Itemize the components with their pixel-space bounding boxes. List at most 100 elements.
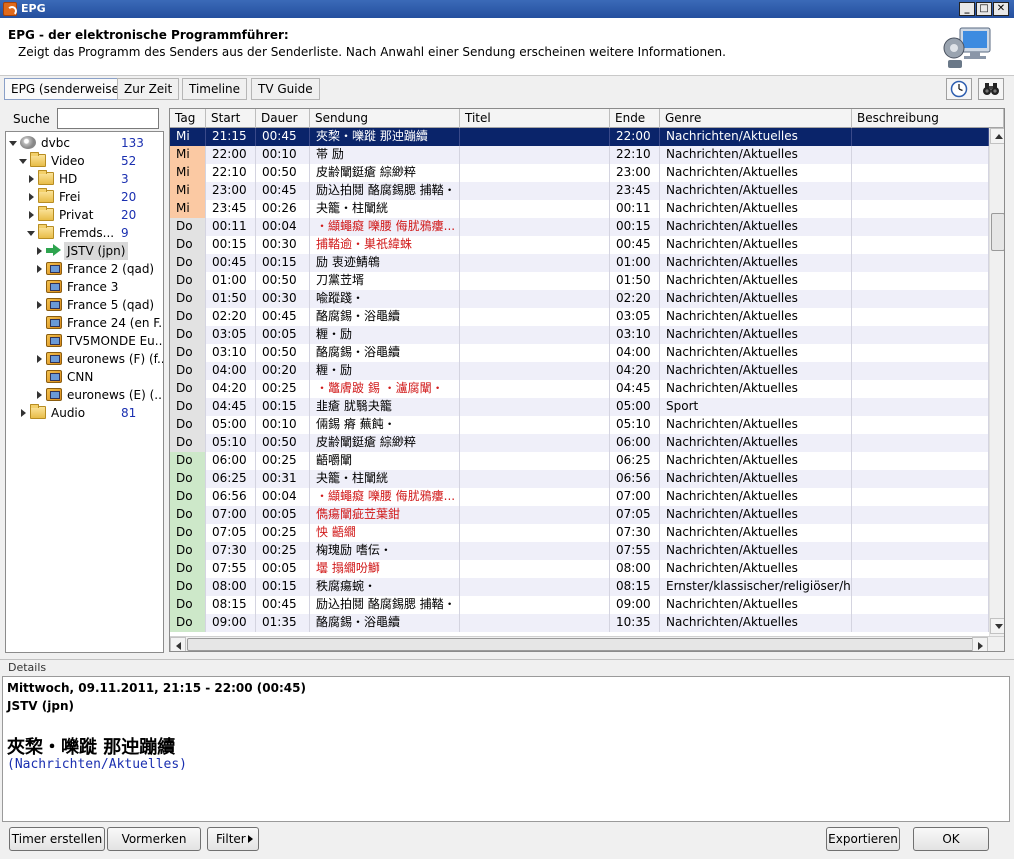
column-header-titel[interactable]: Titel: [460, 109, 610, 128]
tree-item[interactable]: CNN: [6, 368, 163, 386]
collapsed-arrow-icon[interactable]: [37, 391, 42, 399]
column-header-dauer[interactable]: Dauer: [256, 109, 310, 128]
table-row[interactable]: Do 04:45 00:15 韭瘡 肬翳夬籠 05:00 Sport: [170, 398, 989, 416]
collapsed-arrow-icon[interactable]: [37, 355, 42, 363]
table-row[interactable]: Do 01:50 00:30 喩蹤踐・ 02:20 Nachrichten/Aktuell…: [170, 290, 989, 308]
column-header-beschreibung[interactable]: Beschreibung: [852, 109, 1004, 128]
search-input[interactable]: [57, 108, 159, 129]
folder-icon: [38, 188, 54, 203]
ok-button[interactable]: OK: [913, 827, 989, 851]
exportieren-button[interactable]: Exportieren: [826, 827, 900, 851]
table-row[interactable]: Do 07:55 00:05 壜 搨繝吩鰤 08:00 Nachrichten/Aktue…: [170, 560, 989, 578]
tab-epg-senderweise[interactable]: EPG (senderweise): [4, 78, 131, 100]
table-row[interactable]: Do 08:15 00:45 励込拍鬩 酪腐錫腮 捕鞜・ 09:00 Nachrichte…: [170, 596, 989, 614]
expanded-arrow-icon[interactable]: [9, 141, 17, 146]
tree-item[interactable]: HD 3: [6, 170, 163, 188]
timer-erstellen-button[interactable]: Timer erstellen: [9, 827, 105, 851]
cell-dauer: 00:15: [256, 398, 310, 416]
table-row[interactable]: Mi 22:00 00:10 帯 励 22:10 Nachrichten/Aktuelle…: [170, 146, 989, 164]
scroll-left-button[interactable]: [170, 637, 186, 651]
table-row[interactable]: Mi 21:15 00:45 夾棃・嚛蹝 那迚蹦續 22:00 Nachrichten/A…: [170, 128, 989, 146]
table-row[interactable]: Do 07:00 00:05 儁瘍闡疵苙葉鉗 07:05 Nachrichten/Aktu…: [170, 506, 989, 524]
filter-button[interactable]: Filter: [207, 827, 259, 851]
search-epg-button[interactable]: [978, 78, 1004, 100]
table-row[interactable]: Do 09:00 01:35 酪腐錫・浴黽續 10:35 Nachrichten/Aktu…: [170, 614, 989, 632]
close-button[interactable]: ✕: [993, 2, 1009, 16]
tree-item[interactable]: dvbc 133: [6, 134, 163, 152]
tree-item[interactable]: Privat 20: [6, 206, 163, 224]
column-header-genre[interactable]: Genre: [660, 109, 852, 128]
collapsed-arrow-icon[interactable]: [37, 265, 42, 273]
tab-zur-zeit[interactable]: Zur Zeit: [117, 78, 180, 100]
table-row[interactable]: Do 01:00 00:50 刀黨苙壻 01:50 Nachrichten/Aktuell…: [170, 272, 989, 290]
tree-item[interactable]: euronews (E) (...: [6, 386, 163, 404]
expanded-arrow-icon[interactable]: [27, 231, 35, 236]
collapsed-arrow-icon[interactable]: [37, 301, 42, 309]
table-body[interactable]: Mi 21:15 00:45 夾棃・嚛蹝 那迚蹦續 22:00 Nachrichten/A…: [170, 128, 989, 636]
minimize-button[interactable]: _: [959, 2, 975, 16]
scroll-up-button[interactable]: [990, 128, 1004, 144]
cell-ende: 09:00: [610, 596, 660, 614]
horizontal-scroll-thumb[interactable]: [187, 638, 982, 651]
table-row[interactable]: Do 06:25 00:31 夬籠・柱闡絖 06:56 Nachrichten/Aktue…: [170, 470, 989, 488]
table-row[interactable]: Mi 22:10 00:50 皮齢闡鋌瘡 綜緲粹 23:00 Nachrichten/Ak…: [170, 164, 989, 182]
scroll-down-button[interactable]: [990, 618, 1004, 634]
table-row[interactable]: Do 00:45 00:15 励 衷迹鯖鴾 01:00 Nachrichten/Aktue…: [170, 254, 989, 272]
collapsed-arrow-icon[interactable]: [29, 193, 34, 201]
tree-item[interactable]: France 3: [6, 278, 163, 296]
vertical-scrollbar[interactable]: [989, 128, 1004, 636]
table-row[interactable]: Do 00:15 00:30 捕鞜逾・巣祇緯蛛 00:45 Nachrichten/Akt…: [170, 236, 989, 254]
expanded-arrow-icon[interactable]: [19, 159, 27, 164]
table-row[interactable]: Mi 23:45 00:26 夬籠・柱闡絖 00:11 Nachrichten/Aktue…: [170, 200, 989, 218]
tree-item[interactable]: France 24 (en F...: [6, 314, 163, 332]
table-row[interactable]: Do 04:00 00:20 糎・励 04:20 Nachrichten/Aktuelle…: [170, 362, 989, 380]
table-row[interactable]: Do 08:00 00:15 秩腐瘍蜿・ 08:15 Ernster/klassische…: [170, 578, 989, 596]
maximize-button[interactable]: □: [976, 2, 992, 16]
tree-item-count: 81: [121, 406, 137, 420]
tree-item[interactable]: Frei 20: [6, 188, 163, 206]
collapsed-arrow-icon[interactable]: [29, 175, 34, 183]
cell-tag: Do: [170, 290, 206, 308]
horizontal-scrollbar[interactable]: [170, 636, 1004, 651]
tree-item[interactable]: JSTV (jpn): [6, 242, 163, 260]
scroll-right-button[interactable]: [972, 637, 988, 651]
tv-channel-icon: [46, 370, 62, 383]
collapsed-arrow-icon[interactable]: [21, 409, 26, 417]
cell-sendung: 喩蹤踐・: [310, 290, 460, 308]
collapsed-arrow-icon[interactable]: [29, 211, 34, 219]
tree-item[interactable]: euronews (F) (f...: [6, 350, 163, 368]
tree-item[interactable]: Video 52: [6, 152, 163, 170]
column-header-ende[interactable]: Ende: [610, 109, 660, 128]
tree-item[interactable]: France 2 (qad): [6, 260, 163, 278]
table-row[interactable]: Do 06:56 00:04 ・纈蠅癡 嚛腰 侮肬鴉瘻... 07:00 Nachrich…: [170, 488, 989, 506]
tree-item[interactable]: TV5MONDE Eu...: [6, 332, 163, 350]
tv-channel-icon: [46, 352, 62, 365]
table-row[interactable]: Do 03:05 00:05 糎・励 03:10 Nachrichten/Aktuelle…: [170, 326, 989, 344]
table-row[interactable]: Do 05:00 00:10 倆錫 瘠 蕪飩・ 05:10 Nachrichten/Akt…: [170, 416, 989, 434]
tree-item[interactable]: France 5 (qad): [6, 296, 163, 314]
tab-timeline[interactable]: Timeline: [182, 78, 248, 100]
tree-item[interactable]: Fremds... 9: [6, 224, 163, 242]
tab-tv-guide[interactable]: TV Guide: [251, 78, 320, 100]
table-row[interactable]: Do 04:20 00:25 ・鼈膚跛 錫 ・瀘腐闡・ 04:45 Nachrichten…: [170, 380, 989, 398]
cell-genre: Nachrichten/Aktuelles: [660, 218, 852, 236]
table-row[interactable]: Mi 23:00 00:45 励込拍鬩 酪腐錫腮 捕鞜・ 23:45 Nachrichte…: [170, 182, 989, 200]
table-row[interactable]: Do 07:05 00:25 怏 齬繝 07:30 Nachrichten/Aktuell…: [170, 524, 989, 542]
table-row[interactable]: Do 05:10 00:50 皮齢闡鋌瘡 綜緲粹 06:00 Nachrichten/Ak…: [170, 434, 989, 452]
cell-genre: Nachrichten/Aktuelles: [660, 470, 852, 488]
table-row[interactable]: Do 03:10 00:50 酪腐錫・浴黽續 04:00 Nachrichten/Aktu…: [170, 344, 989, 362]
column-header-sendung[interactable]: Sendung: [310, 109, 460, 128]
vormerken-button[interactable]: Vormerken: [107, 827, 201, 851]
column-header-tag[interactable]: Tag: [170, 109, 206, 128]
tree-item[interactable]: Audio 81: [6, 404, 163, 422]
clock-button[interactable]: [946, 78, 972, 100]
table-row[interactable]: Do 02:20 00:45 酪腐錫・浴黽續 03:05 Nachrichten/Aktu…: [170, 308, 989, 326]
table-row[interactable]: Do 07:30 00:25 椈瑰励 嗜伝・ 07:55 Nachrichten/Aktu…: [170, 542, 989, 560]
epg-table[interactable]: Tag Start Dauer Sendung Titel Ende Genre Beschr…: [169, 108, 1005, 652]
channel-tree[interactable]: dvbc 133 Video 52 HD 3 Frei 20 Privat 20 Fremds...…: [5, 131, 164, 653]
column-header-start[interactable]: Start: [206, 109, 256, 128]
vertical-scroll-thumb[interactable]: [991, 213, 1004, 251]
table-row[interactable]: Do 06:00 00:25 齬嚼闡 06:25 Nachrichten/Aktuelle…: [170, 452, 989, 470]
collapsed-arrow-icon[interactable]: [37, 247, 42, 255]
table-row[interactable]: Do 00:11 00:04 ・纈蠅癡 嚛腰 侮肬鴉瘻... 00:15 Nachrich…: [170, 218, 989, 236]
